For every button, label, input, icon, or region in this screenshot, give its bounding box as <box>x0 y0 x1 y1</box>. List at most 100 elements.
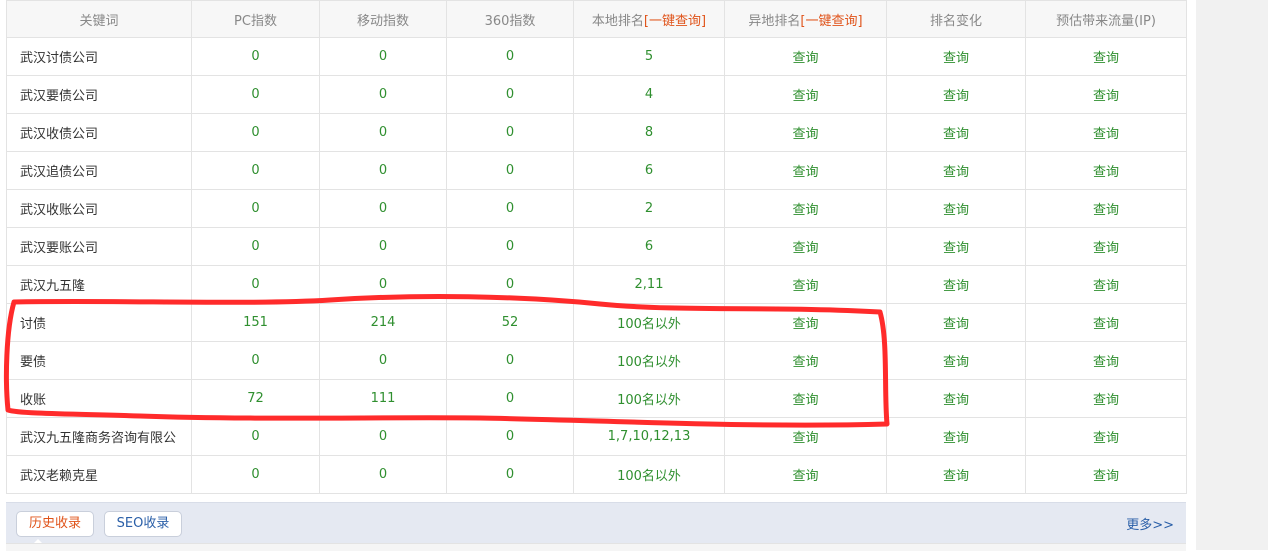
mobile-index-cell: 0 <box>319 37 447 76</box>
mobile-index-cell: 0 <box>319 151 447 190</box>
rank-change-query-link[interactable]: 查询 <box>886 37 1026 76</box>
traffic-query-link[interactable]: 查询 <box>1025 341 1187 380</box>
keyword-cell: 武汉收债公司 <box>6 113 192 152</box>
360-index-cell: 0 <box>446 455 574 494</box>
rank-change-query-link[interactable]: 查询 <box>886 189 1026 228</box>
rank-change-query-link[interactable]: 查询 <box>886 341 1026 380</box>
remote-rank-query-link[interactable]: 查询 <box>724 455 887 494</box>
table-header-row: 关键词 PC指数 移动指数 360指数 本地排名[一键查询] 异地排名[一键查询… <box>6 0 1187 38</box>
table-row: 武汉收账公司 0 0 0 2 查询 查询 查询 <box>6 189 1187 228</box>
local-rank-onekey-query-link[interactable]: [一键查询] <box>644 14 706 29</box>
pc-index-cell: 0 <box>191 37 320 76</box>
more-link[interactable]: 更多>> <box>1126 514 1174 533</box>
pc-index-cell: 0 <box>191 341 320 380</box>
tab-seo-index[interactable]: SEO收录 <box>104 511 182 537</box>
360-index-cell: 0 <box>446 113 574 152</box>
pc-index-cell: 72 <box>191 379 320 418</box>
table-body: 武汉讨债公司 0 0 0 5 查询 查询 查询 武汉要债公司 0 0 0 4 查询 查询 查询 武汉收债公司 0 0… <box>6 37 1187 494</box>
360-index-cell: 0 <box>446 37 574 76</box>
table-row: 要债 0 0 0 100名以外 查询 查询 查询 <box>6 341 1187 380</box>
traffic-query-link[interactable]: 查询 <box>1025 227 1187 266</box>
table-row: 武汉收债公司 0 0 0 8 查询 查询 查询 <box>6 113 1187 152</box>
pc-index-cell: 0 <box>191 113 320 152</box>
header-keyword: 关键词 <box>6 0 192 38</box>
header-rank-change: 排名变化 <box>886 0 1026 38</box>
remote-rank-query-link[interactable]: 查询 <box>724 379 887 418</box>
keyword-cell: 武汉九五隆 <box>6 265 192 304</box>
360-index-cell: 0 <box>446 75 574 114</box>
mobile-index-cell: 0 <box>319 75 447 114</box>
rank-change-query-link[interactable]: 查询 <box>886 303 1026 342</box>
local-rank-cell: 100名以外 <box>573 303 725 342</box>
traffic-query-link[interactable]: 查询 <box>1025 189 1187 228</box>
rank-change-query-link[interactable]: 查询 <box>886 151 1026 190</box>
header-360-index: 360指数 <box>446 0 574 38</box>
remote-rank-query-link[interactable]: 查询 <box>724 75 887 114</box>
header-local-rank-label: 本地排名 <box>591 13 644 29</box>
table-row: 武汉九五隆 0 0 0 2,11 查询 查询 查询 <box>6 265 1187 304</box>
local-rank-cell: 5 <box>573 37 725 76</box>
traffic-query-link[interactable]: 查询 <box>1025 455 1187 494</box>
traffic-query-link[interactable]: 查询 <box>1025 75 1187 114</box>
table-row: 讨债 151 214 52 100名以外 查询 查询 查询 <box>6 303 1187 342</box>
header-remote-rank-label: 异地排名 <box>748 13 801 29</box>
rank-change-query-link[interactable]: 查询 <box>886 455 1026 494</box>
keyword-rank-table-wrapper: 关键词 PC指数 移动指数 360指数 本地排名[一键查询] 异地排名[一键查询… <box>6 0 1187 494</box>
right-gutter <box>1196 0 1268 550</box>
pc-index-cell: 0 <box>191 151 320 190</box>
remote-rank-query-link[interactable]: 查询 <box>724 227 887 266</box>
remote-rank-query-link[interactable]: 查询 <box>724 151 887 190</box>
rank-change-query-link[interactable]: 查询 <box>886 265 1026 304</box>
remote-rank-query-link[interactable]: 查询 <box>724 189 887 228</box>
360-index-cell: 0 <box>446 341 574 380</box>
pc-index-cell: 0 <box>191 417 320 456</box>
keyword-cell: 讨债 <box>6 303 192 342</box>
traffic-query-link[interactable]: 查询 <box>1025 265 1187 304</box>
rank-change-query-link[interactable]: 查询 <box>886 379 1026 418</box>
360-index-cell: 0 <box>446 189 574 228</box>
keyword-rank-table: 关键词 PC指数 移动指数 360指数 本地排名[一键查询] 异地排名[一键查询… <box>6 0 1187 494</box>
mobile-index-cell: 214 <box>319 303 447 342</box>
keyword-cell: 武汉收账公司 <box>6 189 192 228</box>
mobile-index-cell: 0 <box>319 417 447 456</box>
keyword-cell: 武汉老赖克星 <box>6 455 192 494</box>
traffic-query-link[interactable]: 查询 <box>1025 417 1187 456</box>
rank-change-query-link[interactable]: 查询 <box>886 75 1026 114</box>
local-rank-cell: 8 <box>573 113 725 152</box>
traffic-query-link[interactable]: 查询 <box>1025 113 1187 152</box>
tab-history-index[interactable]: 历史收录 <box>16 511 94 537</box>
360-index-cell: 0 <box>446 417 574 456</box>
bottom-tab-bar: 历史收录 SEO收录 更多>> <box>6 502 1186 545</box>
local-rank-cell: 100名以外 <box>573 455 725 494</box>
pc-index-cell: 0 <box>191 227 320 266</box>
table-row: 收账 72 111 0 100名以外 查询 查询 查询 <box>6 379 1187 418</box>
remote-rank-query-link[interactable]: 查询 <box>724 303 887 342</box>
local-rank-cell: 4 <box>573 75 725 114</box>
mobile-index-cell: 111 <box>319 379 447 418</box>
keyword-cell: 武汉追债公司 <box>6 151 192 190</box>
header-traffic: 预估带来流量(IP) <box>1025 0 1187 38</box>
mobile-index-cell: 0 <box>319 455 447 494</box>
keyword-cell: 武汉九五隆商务咨询有限公 <box>6 417 192 456</box>
remote-rank-query-link[interactable]: 查询 <box>724 37 887 76</box>
rank-change-query-link[interactable]: 查询 <box>886 113 1026 152</box>
table-row: 武汉追债公司 0 0 0 6 查询 查询 查询 <box>6 151 1187 190</box>
remote-rank-query-link[interactable]: 查询 <box>724 265 887 304</box>
pc-index-cell: 0 <box>191 455 320 494</box>
traffic-query-link[interactable]: 查询 <box>1025 303 1187 342</box>
traffic-query-link[interactable]: 查询 <box>1025 151 1187 190</box>
traffic-query-link[interactable]: 查询 <box>1025 379 1187 418</box>
remote-rank-query-link[interactable]: 查询 <box>724 417 887 456</box>
rank-change-query-link[interactable]: 查询 <box>886 417 1026 456</box>
remote-rank-query-link[interactable]: 查询 <box>724 113 887 152</box>
mobile-index-cell: 0 <box>319 189 447 228</box>
remote-rank-query-link[interactable]: 查询 <box>724 341 887 380</box>
header-remote-rank: 异地排名[一键查询] <box>724 0 887 38</box>
remote-rank-onekey-query-link[interactable]: [一键查询] <box>800 14 862 29</box>
rank-change-query-link[interactable]: 查询 <box>886 227 1026 266</box>
local-rank-cell: 100名以外 <box>573 379 725 418</box>
local-rank-cell: 1,7,10,12,13 <box>573 417 725 456</box>
360-index-cell: 52 <box>446 303 574 342</box>
360-index-cell: 0 <box>446 265 574 304</box>
traffic-query-link[interactable]: 查询 <box>1025 37 1187 76</box>
